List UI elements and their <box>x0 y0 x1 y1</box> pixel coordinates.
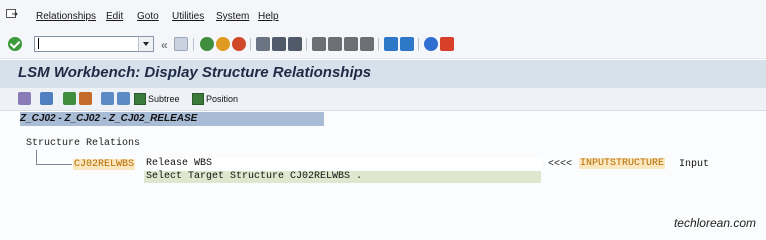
menu-bar: Relationships Edit Goto Utilities System… <box>0 0 766 30</box>
menu-goto[interactable]: Goto <box>137 11 159 22</box>
back-icon[interactable] <box>200 37 214 51</box>
previous-page-icon[interactable] <box>328 37 342 51</box>
toolbar-separator <box>193 38 194 51</box>
command-dropdown-icon[interactable] <box>138 37 153 51</box>
find-next-icon[interactable] <box>288 37 302 51</box>
page-title: LSM Workbench: Display Structure Relatio… <box>18 64 372 81</box>
menu-relationships[interactable]: Relationships <box>36 11 96 22</box>
menu-system[interactable]: System <box>216 11 249 22</box>
find-icon[interactable] <box>272 37 286 51</box>
menu-utilities[interactable]: Utilities <box>172 11 204 22</box>
edit-icon[interactable] <box>40 92 53 105</box>
tree-node-cj02relwbs[interactable]: CJ02RELWBS <box>73 159 136 170</box>
standard-toolbar: « <box>0 30 766 59</box>
exit-icon[interactable] <box>216 37 230 51</box>
title-bar: LSM Workbench: Display Structure Relatio… <box>0 60 766 88</box>
subtree-icon <box>134 92 146 105</box>
display-change-icon[interactable] <box>18 92 31 105</box>
position-label: Position <box>206 93 239 104</box>
collapse-chevron-icon[interactable]: « <box>161 38 168 52</box>
node-description-row: Release WBS <box>144 158 541 170</box>
cancel-icon[interactable] <box>232 37 246 51</box>
text-caret <box>38 38 39 49</box>
print-icon[interactable] <box>256 37 270 51</box>
application-toolbar: Subtree Position <box>0 88 766 111</box>
menu-help[interactable]: Help <box>258 11 279 22</box>
first-page-icon[interactable] <box>312 37 326 51</box>
expand-all-icon[interactable] <box>101 92 114 105</box>
collapse-icon[interactable] <box>79 92 92 105</box>
select-target-prompt[interactable]: Select Target Structure CJ02RELWBS . <box>146 171 362 182</box>
structure-path: Z_CJ02 - Z_CJ02 - Z_CJ02_RELEASE <box>20 113 198 124</box>
tree-title: Structure Relations <box>26 138 141 149</box>
relation-arrows: <<<< <box>548 159 573 170</box>
enter-icon[interactable] <box>8 37 22 51</box>
collapse-all-icon[interactable] <box>117 92 130 105</box>
shortcut-icon[interactable] <box>400 37 414 51</box>
customize-icon[interactable] <box>440 37 454 51</box>
help-icon[interactable] <box>424 37 438 51</box>
structure-path-header: Z_CJ02 - Z_CJ02 - Z_CJ02_RELEASE <box>20 112 324 126</box>
toolbar-separator <box>306 38 307 51</box>
toolbar-separator <box>378 38 379 51</box>
system-menu-icon[interactable] <box>6 9 18 19</box>
last-page-icon[interactable] <box>360 37 374 51</box>
subtree-label: Subtree <box>148 93 180 104</box>
command-field[interactable] <box>34 36 154 52</box>
toolbar-separator <box>250 38 251 51</box>
watermark: techlorean.com <box>673 216 756 230</box>
expand-icon[interactable] <box>63 92 76 105</box>
tree-connector-horizontal <box>36 164 72 165</box>
next-page-icon[interactable] <box>344 37 358 51</box>
menu-edit[interactable]: Edit <box>106 11 123 22</box>
node-description: Release WBS <box>146 158 213 169</box>
tree-connector-vertical <box>36 150 37 164</box>
save-icon[interactable] <box>174 37 188 51</box>
source-structure-label: Input <box>679 159 710 170</box>
toolbar-separator <box>418 38 419 51</box>
subtree-button[interactable]: Subtree <box>134 91 180 106</box>
new-session-icon[interactable] <box>384 37 398 51</box>
select-target-row[interactable]: Select Target Structure CJ02RELWBS . <box>144 171 541 183</box>
source-structure-node[interactable]: INPUTSTRUCTURE <box>579 158 666 169</box>
position-button[interactable]: Position <box>192 91 238 106</box>
position-icon <box>192 92 204 105</box>
